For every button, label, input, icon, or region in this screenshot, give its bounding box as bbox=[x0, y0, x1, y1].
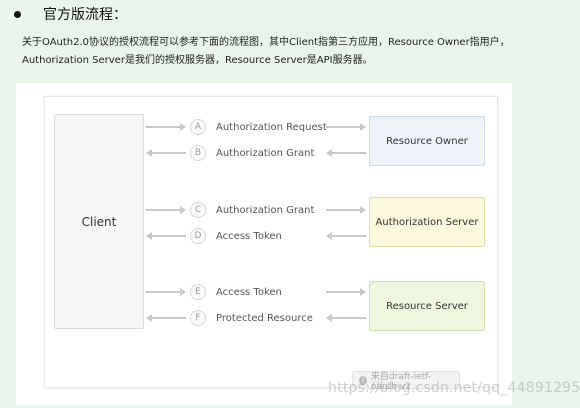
step-letter: F bbox=[190, 310, 206, 326]
section-heading: 官方版流程： bbox=[14, 4, 127, 24]
description-line-2: Authorization Server是我们的授权服务器，Resource S… bbox=[22, 55, 373, 66]
step-label: Access Token bbox=[216, 230, 282, 242]
step-label: Protected Resource bbox=[216, 312, 313, 324]
step-label: Authorization Grant bbox=[216, 147, 315, 159]
heading-text: 官方版流程： bbox=[43, 7, 127, 23]
arrow-left-icon bbox=[146, 231, 186, 241]
step-f: F Protected Resource bbox=[190, 310, 313, 326]
step-label: Authorization Request bbox=[216, 121, 327, 133]
step-b: B Authorization Grant bbox=[190, 145, 314, 161]
step-a: A Authorization Request bbox=[190, 119, 327, 135]
arrow-left-icon bbox=[146, 148, 186, 158]
watermark: https://blog.csdn.net/qq_44891295 bbox=[328, 380, 580, 396]
arrow-left-icon bbox=[326, 231, 366, 241]
step-letter: E bbox=[190, 284, 206, 300]
bullet-icon bbox=[14, 10, 21, 18]
arrow-right-icon bbox=[326, 287, 366, 297]
client-box: Client bbox=[54, 114, 144, 329]
description: 关于OAuth2.0协议的授权流程可以参考下面的流程图，其中Client指第三方… bbox=[22, 34, 562, 70]
step-d: D Access Token bbox=[190, 228, 282, 244]
resource-server-box: Resource Server bbox=[369, 281, 485, 331]
step-e: E Access Token bbox=[190, 284, 282, 300]
authorization-server-box: Authorization Server bbox=[369, 197, 485, 247]
arrow-right-icon bbox=[326, 205, 366, 215]
arrow-left-icon bbox=[326, 148, 366, 158]
arrow-left-icon bbox=[146, 313, 186, 323]
step-label: Access Token bbox=[216, 286, 282, 298]
step-letter: C bbox=[190, 202, 206, 218]
step-letter: B bbox=[190, 145, 206, 161]
resource-owner-box: Resource Owner bbox=[369, 116, 485, 166]
arrow-right-icon bbox=[146, 205, 186, 215]
step-c: C Authorization Grant bbox=[190, 202, 314, 218]
step-label: Authorization Grant bbox=[216, 204, 315, 216]
arrow-left-icon bbox=[326, 313, 366, 323]
arrow-right-icon bbox=[146, 287, 186, 297]
step-letter: D bbox=[190, 228, 206, 244]
description-line-1: 关于OAuth2.0协议的授权流程可以参考下面的流程图，其中Client指第三方… bbox=[22, 37, 510, 48]
arrow-right-icon bbox=[326, 122, 366, 132]
arrow-right-icon bbox=[146, 122, 186, 132]
step-letter: A bbox=[190, 119, 206, 135]
